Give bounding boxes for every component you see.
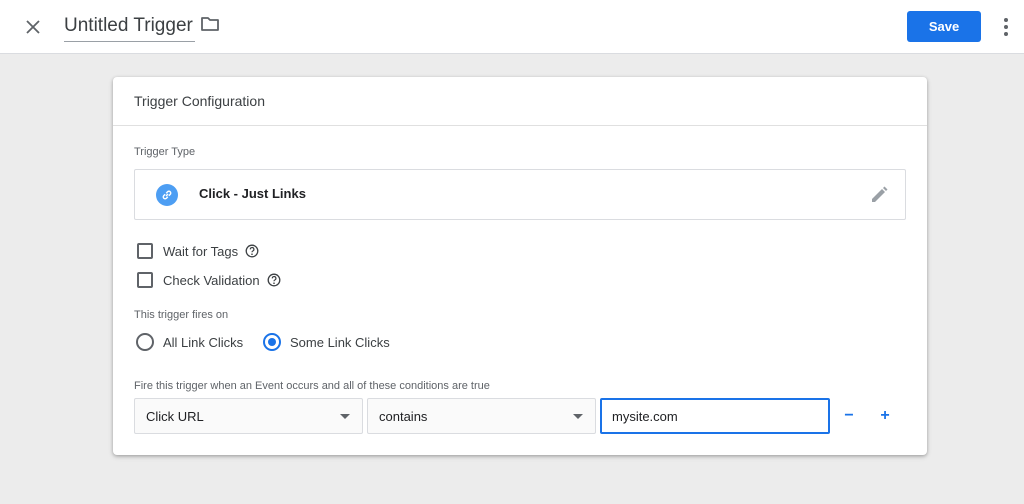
link-icon — [156, 184, 178, 206]
trigger-title: Untitled Trigger — [64, 15, 193, 36]
help-icon[interactable] — [267, 273, 281, 287]
close-icon — [26, 20, 40, 34]
all-link-clicks-label: All Link Clicks — [163, 334, 244, 350]
dropdown-arrow-icon — [573, 414, 583, 419]
condition-label: Fire this trigger when an Event occurs a… — [134, 380, 490, 392]
edit-pencil-icon[interactable] — [869, 185, 889, 205]
trigger-type-selector[interactable]: Click - Just Links — [134, 169, 906, 220]
all-link-clicks-radio[interactable] — [136, 333, 154, 351]
wait-for-tags-checkbox[interactable] — [137, 243, 153, 259]
remove-condition-button[interactable]: − — [838, 405, 860, 427]
trigger-configuration-card: Trigger Configuration Trigger Type Click… — [113, 77, 927, 455]
variable-select[interactable]: Click URL — [134, 398, 363, 434]
variable-select-value: Click URL — [146, 409, 204, 424]
operator-select[interactable]: contains — [367, 398, 596, 434]
check-validation-checkbox[interactable] — [137, 272, 153, 288]
more-vert-icon — [1004, 18, 1008, 36]
check-validation-label: Check Validation — [163, 272, 260, 288]
some-link-clicks-radio[interactable] — [263, 333, 281, 351]
save-button[interactable]: Save — [907, 11, 981, 42]
fires-on-label: This trigger fires on — [134, 309, 229, 321]
card-title: Trigger Configuration — [113, 77, 927, 126]
close-button[interactable] — [20, 14, 46, 40]
check-validation-option: Check Validation — [137, 270, 281, 290]
top-bar: Untitled Trigger Save — [0, 0, 1024, 54]
folder-icon — [201, 17, 219, 31]
all-link-clicks-option[interactable]: All Link Clicks — [136, 331, 243, 353]
help-icon[interactable] — [245, 244, 259, 258]
some-link-clicks-label: Some Link Clicks — [290, 334, 390, 350]
wait-for-tags-option: Wait for Tags — [137, 241, 259, 261]
more-options-button[interactable] — [996, 14, 1016, 40]
trigger-type-label: Trigger Type — [134, 146, 196, 158]
folder-button[interactable] — [200, 15, 222, 37]
dropdown-arrow-icon — [340, 414, 350, 419]
operator-select-value: contains — [379, 409, 428, 424]
some-link-clicks-option[interactable]: Some Link Clicks — [263, 331, 390, 353]
trigger-name-field[interactable]: Untitled Trigger — [64, 12, 195, 42]
trigger-type-name: Click - Just Links — [199, 186, 306, 201]
wait-for-tags-label: Wait for Tags — [163, 243, 239, 259]
add-condition-button[interactable]: + — [874, 405, 896, 427]
condition-value-input[interactable] — [600, 398, 830, 434]
